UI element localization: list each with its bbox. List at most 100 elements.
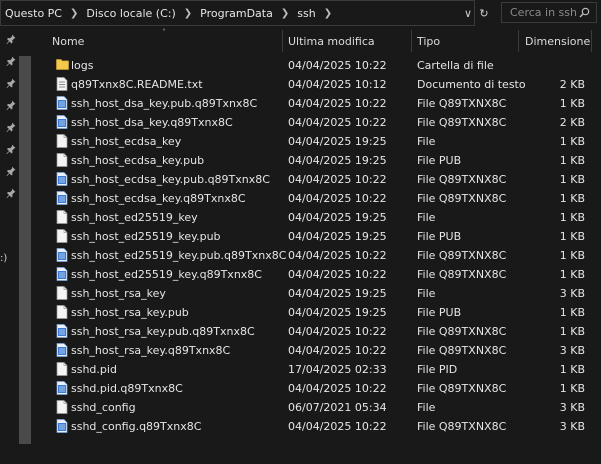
file-row[interactable]: sshd.pid.q89Txnx8C 04/04/2025 10:22 File Q… <box>40 379 601 398</box>
chevron-right-icon[interactable]: ❯ <box>184 8 192 19</box>
file-type: File PUB <box>417 306 462 319</box>
file-type: File PUB <box>417 230 462 243</box>
file-row[interactable]: ssh_host_rsa_key.pub 04/04/2025 19:25 File… <box>40 303 601 322</box>
chevron-right-icon[interactable]: ❯ <box>324 8 332 19</box>
pin-icon[interactable] <box>6 122 18 134</box>
pin-icon[interactable] <box>6 144 18 156</box>
file-row[interactable]: logs 04/04/2025 10:22 Cartella di file <box>40 56 601 75</box>
file-modified: 04/04/2025 19:25 <box>288 230 387 243</box>
file-name: ssh_host_dsa_key.pub.q89Txnx8C <box>71 97 258 110</box>
breadcrumb[interactable]: Questo PC ❯ Disco locale (C:) ❯ ProgramD… <box>0 0 475 26</box>
column-divider[interactable] <box>591 30 592 52</box>
file-name: ssh_host_ed25519_key.pub.q89Txnx8C <box>71 249 287 262</box>
file-size: 2 KB <box>559 116 585 129</box>
breadcrumb-local-disk[interactable]: Disco locale (C:) <box>86 7 175 20</box>
file-row[interactable]: ssh_host_dsa_key.q89Txnx8C 04/04/2025 10:… <box>40 113 601 132</box>
file-type: File <box>417 401 436 414</box>
file-row[interactable]: sshd.pid 17/04/2025 02:33 File PID 1 KB <box>40 360 601 379</box>
file-size: 1 KB <box>559 154 585 167</box>
pin-icon[interactable] <box>6 34 18 46</box>
pin-icon[interactable] <box>6 100 18 112</box>
search-input[interactable]: Cerca in ssh <box>501 2 597 23</box>
breadcrumb-ssh[interactable]: ssh <box>297 7 315 20</box>
file-size: 1 KB <box>559 173 585 186</box>
file-size: 1 KB <box>559 249 585 262</box>
file-row[interactable]: ssh_host_rsa_key 04/04/2025 19:25 File 3 KB <box>40 284 601 303</box>
column-modified[interactable]: Ultima modifica <box>288 26 410 56</box>
column-divider[interactable] <box>282 30 283 52</box>
file-size: 1 KB <box>559 211 585 224</box>
file-row[interactable]: ssh_host_ed25519_key.pub.q89Txnx8C 04/04/… <box>40 246 601 265</box>
file-size: 1 KB <box>559 306 585 319</box>
file-size: 1 KB <box>559 363 585 376</box>
file-modified: 04/04/2025 10:22 <box>288 59 387 72</box>
breadcrumb-programdata[interactable]: ProgramData <box>200 7 273 20</box>
file-name: ssh_host_ecdsa_key.pub <box>71 154 205 167</box>
file-row[interactable]: ssh_host_ed25519_key.q89Txnx8C 04/04/2025… <box>40 265 601 284</box>
file-modified: 04/04/2025 10:22 <box>288 325 387 338</box>
file-name: q89Txnx8C.README.txt <box>71 78 203 91</box>
encrypted-file-icon <box>56 267 68 281</box>
column-divider[interactable] <box>411 30 412 52</box>
file-type: File <box>417 135 436 148</box>
file-size: 1 KB <box>559 192 585 205</box>
pin-icon[interactable] <box>6 188 18 200</box>
nav-scrollbar[interactable] <box>19 56 31 444</box>
chevron-down-icon[interactable]: ∨ <box>460 7 476 20</box>
file-name: ssh_host_dsa_key.q89Txnx8C <box>71 116 233 129</box>
file-name: ssh_host_ecdsa_key.pub.q89Txnx8C <box>71 173 270 186</box>
file-size: 3 KB <box>559 420 585 433</box>
chevron-right-icon[interactable]: ❯ <box>70 8 78 19</box>
file-row[interactable]: sshd_config.q89Txnx8C 04/04/2025 10:22 Fil… <box>40 417 601 436</box>
file-modified: 04/04/2025 10:22 <box>288 382 387 395</box>
pin-icon[interactable] <box>6 78 18 90</box>
blank-file-icon <box>56 153 68 167</box>
file-type: File <box>417 211 436 224</box>
breadcrumb-this-pc[interactable]: Questo PC <box>5 7 62 20</box>
file-row[interactable]: ssh_host_ecdsa_key 04/04/2025 19:25 File 1 … <box>40 132 601 151</box>
blank-file-icon <box>56 134 68 148</box>
file-name: sshd.pid <box>71 363 117 376</box>
file-row[interactable]: ssh_host_rsa_key.pub.q89Txnx8C 04/04/2025… <box>40 322 601 341</box>
column-type[interactable]: Tipo <box>417 26 517 56</box>
blank-file-icon <box>56 210 68 224</box>
file-modified: 04/04/2025 19:25 <box>288 287 387 300</box>
file-type: File Q89TXNX8C <box>417 420 507 433</box>
pin-icon[interactable] <box>6 56 18 68</box>
column-name[interactable]: Nome <box>52 26 282 56</box>
column-header: ˄ Nome Ultima modifica Tipo Dimensione <box>40 26 601 56</box>
file-row[interactable]: ssh_host_ed25519_key 04/04/2025 19:25 File… <box>40 208 601 227</box>
chevron-right-icon[interactable]: ❯ <box>281 8 289 19</box>
blank-file-icon <box>56 286 68 300</box>
file-row[interactable]: ssh_host_dsa_key.pub.q89Txnx8C 04/04/2025… <box>40 94 601 113</box>
file-row[interactable]: ssh_host_ecdsa_key.q89Txnx8C 04/04/2025 1… <box>40 189 601 208</box>
column-divider[interactable] <box>518 30 519 52</box>
nav-item-partial[interactable]: :) <box>0 253 7 264</box>
file-row[interactable]: ssh_host_ed25519_key.pub 04/04/2025 19:25… <box>40 227 601 246</box>
file-row[interactable]: ssh_host_ecdsa_key.pub.q89Txnx8C 04/04/20… <box>40 170 601 189</box>
encrypted-file-icon <box>56 248 68 262</box>
pin-icon[interactable] <box>6 166 18 178</box>
navigation-pane: :) <box>0 26 40 464</box>
file-row[interactable]: ssh_host_rsa_key.q89Txnx8C 04/04/2025 10:… <box>40 341 601 360</box>
file-row[interactable]: sshd_config 06/07/2021 05:34 File 3 KB <box>40 398 601 417</box>
file-type: File Q89TXNX8C <box>417 382 507 395</box>
encrypted-file-icon <box>56 324 68 338</box>
column-size[interactable]: Dimensione <box>525 26 595 56</box>
blank-file-icon <box>56 305 68 319</box>
file-row[interactable]: ssh_host_ecdsa_key.pub 04/04/2025 19:25 Fi… <box>40 151 601 170</box>
file-size: 3 KB <box>559 287 585 300</box>
file-row[interactable]: q89Txnx8C.README.txt 04/04/2025 10:12 Docu… <box>40 75 601 94</box>
file-size: 2 KB <box>559 78 585 91</box>
file-modified: 04/04/2025 10:22 <box>288 173 387 186</box>
address-tools: ∨ ↻ <box>460 0 492 26</box>
file-type: File Q89TXNX8C <box>417 249 507 262</box>
file-name: ssh_host_rsa_key.pub.q89Txnx8C <box>71 325 255 338</box>
file-type: Documento di testo <box>417 78 526 91</box>
address-bar-area: Questo PC ❯ Disco locale (C:) ❯ ProgramD… <box>0 0 601 26</box>
encrypted-file-icon <box>56 96 68 110</box>
blank-file-icon <box>56 400 68 414</box>
file-type: File Q89TXNX8C <box>417 116 507 129</box>
refresh-icon[interactable]: ↻ <box>476 7 492 20</box>
file-name: sshd_config.q89Txnx8C <box>71 420 202 433</box>
